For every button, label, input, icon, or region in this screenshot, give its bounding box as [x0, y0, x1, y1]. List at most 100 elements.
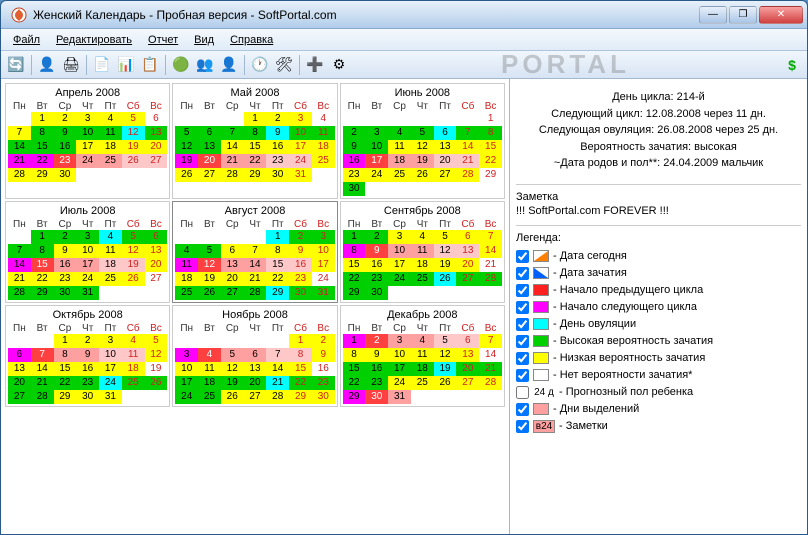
day-cell[interactable]: 21 [266, 376, 289, 390]
day-cell[interactable]: 18 [99, 140, 122, 154]
day-cell[interactable]: 8 [479, 126, 502, 140]
day-cell[interactable]: 17 [388, 362, 411, 376]
day-cell[interactable]: 30 [312, 390, 335, 404]
day-cell[interactable]: 1 [479, 112, 502, 126]
day-cell[interactable]: 4 [122, 334, 145, 348]
day-cell[interactable]: 6 [456, 334, 479, 348]
day-cell[interactable]: 4 [198, 348, 221, 362]
day-cell[interactable]: 20 [221, 272, 244, 286]
day-cell[interactable]: 3 [312, 230, 335, 244]
day-cell[interactable]: 14 [8, 140, 31, 154]
day-cell[interactable]: 12 [411, 140, 434, 154]
day-cell[interactable]: 9 [312, 348, 335, 362]
legend-checkbox[interactable] [516, 335, 529, 348]
day-cell[interactable]: 12 [122, 244, 145, 258]
day-cell[interactable]: 21 [456, 154, 479, 168]
day-cell[interactable]: 10 [388, 348, 411, 362]
day-cell[interactable]: 12 [434, 244, 457, 258]
day-cell[interactable]: 13 [8, 362, 31, 376]
day-cell[interactable]: 27 [221, 286, 244, 300]
day-cell[interactable]: 10 [289, 126, 312, 140]
day-cell[interactable]: 19 [145, 362, 168, 376]
day-cell[interactable]: 5 [122, 230, 145, 244]
day-cell[interactable]: 29 [31, 286, 54, 300]
day-cell[interactable]: 28 [8, 168, 31, 182]
day-cell[interactable]: 5 [411, 126, 434, 140]
day-cell[interactable]: 5 [122, 112, 145, 126]
day-cell[interactable]: 24 [388, 272, 411, 286]
day-cell[interactable]: 12 [198, 258, 221, 272]
day-cell[interactable]: 31 [76, 286, 99, 300]
day-cell[interactable]: 7 [244, 244, 267, 258]
day-cell[interactable]: 7 [31, 348, 54, 362]
money-button[interactable]: $ [781, 54, 803, 76]
day-cell[interactable]: 20 [198, 154, 221, 168]
day-cell[interactable]: 26 [221, 390, 244, 404]
day-cell[interactable]: 18 [175, 272, 198, 286]
day-cell[interactable]: 1 [31, 112, 54, 126]
day-cell[interactable]: 15 [479, 140, 502, 154]
day-cell[interactable]: 4 [99, 230, 122, 244]
day-cell[interactable]: 24 [76, 272, 99, 286]
day-cell[interactable]: 22 [343, 376, 366, 390]
day-cell[interactable]: 9 [266, 126, 289, 140]
day-cell[interactable]: 14 [479, 244, 502, 258]
profile-button[interactable]: 👤 [218, 54, 240, 76]
day-cell[interactable]: 27 [244, 390, 267, 404]
day-cell[interactable]: 11 [175, 258, 198, 272]
day-cell[interactable]: 18 [122, 362, 145, 376]
day-cell[interactable]: 23 [289, 272, 312, 286]
day-cell[interactable]: 15 [343, 258, 366, 272]
day-cell[interactable]: 3 [76, 230, 99, 244]
day-cell[interactable]: 7 [479, 334, 502, 348]
day-cell[interactable]: 23 [365, 272, 388, 286]
day-cell[interactable]: 27 [434, 168, 457, 182]
day-cell[interactable]: 1 [343, 334, 366, 348]
legend-checkbox[interactable] [516, 250, 529, 263]
day-cell[interactable]: 23 [312, 376, 335, 390]
day-cell[interactable]: 10 [365, 140, 388, 154]
day-cell[interactable]: 7 [221, 126, 244, 140]
day-cell[interactable]: 17 [365, 154, 388, 168]
day-cell[interactable]: 22 [31, 272, 54, 286]
day-cell[interactable]: 8 [289, 348, 312, 362]
day-cell[interactable]: 16 [289, 258, 312, 272]
day-cell[interactable]: 3 [175, 348, 198, 362]
day-cell[interactable]: 26 [175, 168, 198, 182]
day-cell[interactable]: 11 [388, 140, 411, 154]
day-cell[interactable]: 14 [31, 362, 54, 376]
day-cell[interactable]: 20 [8, 376, 31, 390]
day-cell[interactable]: 11 [122, 348, 145, 362]
day-cell[interactable]: 13 [456, 348, 479, 362]
day-cell[interactable]: 8 [31, 126, 54, 140]
day-cell[interactable]: 29 [343, 390, 366, 404]
day-cell[interactable]: 25 [312, 154, 335, 168]
day-cell[interactable]: 12 [145, 348, 168, 362]
day-cell[interactable]: 4 [411, 230, 434, 244]
day-cell[interactable]: 25 [411, 272, 434, 286]
day-cell[interactable]: 28 [479, 272, 502, 286]
day-cell[interactable]: 28 [221, 168, 244, 182]
day-cell[interactable]: 8 [244, 126, 267, 140]
day-cell[interactable]: 7 [266, 348, 289, 362]
day-cell[interactable]: 9 [365, 244, 388, 258]
day-cell[interactable]: 8 [266, 244, 289, 258]
day-cell[interactable]: 17 [175, 376, 198, 390]
day-cell[interactable]: 20 [145, 140, 168, 154]
day-cell[interactable]: 6 [221, 244, 244, 258]
day-cell[interactable]: 16 [312, 362, 335, 376]
day-cell[interactable]: 25 [175, 286, 198, 300]
day-cell[interactable]: 11 [411, 348, 434, 362]
day-cell[interactable]: 6 [145, 112, 168, 126]
day-cell[interactable]: 17 [76, 258, 99, 272]
day-cell[interactable]: 14 [266, 362, 289, 376]
day-cell[interactable]: 15 [31, 140, 54, 154]
day-cell[interactable]: 19 [175, 154, 198, 168]
day-cell[interactable]: 29 [343, 286, 366, 300]
day-cell[interactable]: 27 [145, 272, 168, 286]
day-cell[interactable]: 30 [76, 390, 99, 404]
legend-checkbox[interactable] [516, 318, 529, 331]
day-cell[interactable]: 9 [54, 244, 77, 258]
day-cell[interactable]: 30 [343, 182, 366, 196]
day-cell[interactable]: 2 [289, 230, 312, 244]
